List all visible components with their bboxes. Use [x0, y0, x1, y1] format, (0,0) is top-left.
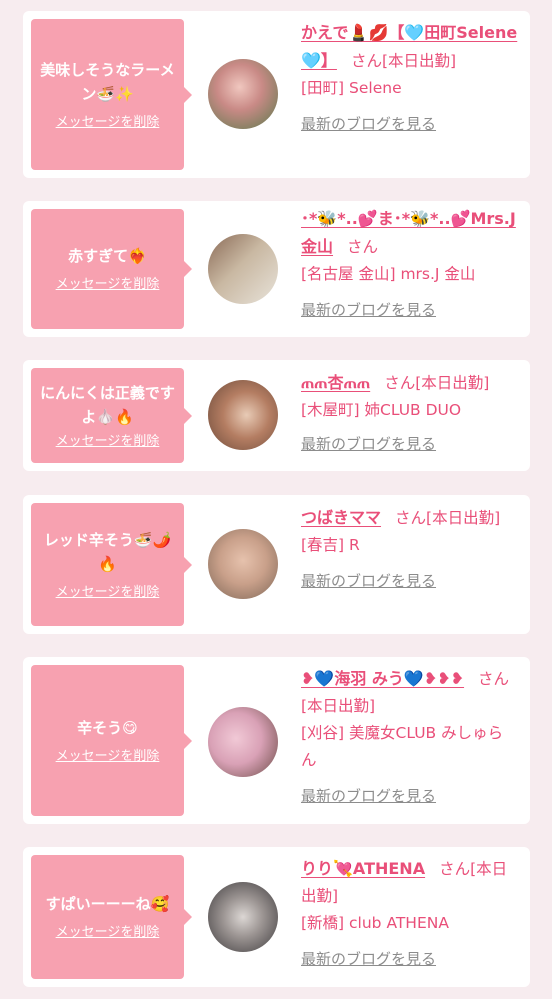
attendance-status: [本日出勤] [426, 509, 501, 527]
profile-name-link[interactable]: ጠጠ杏ጠጠ [301, 373, 370, 392]
latest-blog-link[interactable]: 最新のブログを見る [301, 114, 518, 134]
avatar[interactable] [208, 529, 278, 599]
honorific: さん [384, 374, 416, 392]
message-bubble: 赤すぎて❤️‍🔥 メッセージを削除 [31, 209, 192, 329]
latest-blog-link[interactable]: 最新のブログを見る [301, 300, 518, 320]
message-text: すぱいーーーね🥰 [45, 895, 170, 913]
honorific: さん [350, 52, 382, 70]
profile-info: つばきママ さん[本日出勤] [春吉] R 最新のブログを見る [301, 504, 518, 591]
delete-message-link[interactable]: メッセージを削除 [56, 276, 160, 294]
message-bubble: にんにくは正義ですよ🧄🔥 メッセージを削除 [31, 368, 192, 463]
message-card: にんにくは正義ですよ🧄🔥 メッセージを削除 ጠጠ杏ጠጠ さん[本日出勤] [木屋町… [23, 360, 530, 471]
latest-blog-link[interactable]: 最新のブログを見る [301, 571, 518, 591]
message-bubble: 美味しそうなラーメン🍜✨ メッセージを削除 [31, 19, 192, 170]
message-bubble: 辛そう😋 メッセージを削除 [31, 665, 192, 816]
attendance-status: [本日出勤] [301, 697, 376, 715]
shop-name: [春吉] R [301, 536, 360, 554]
message-card: レッド辛そう🍜🌶️🔥 メッセージを削除 つばきママ さん[本日出勤] [春吉] R… [23, 495, 530, 634]
message-text: にんにくは正義ですよ🧄🔥 [40, 383, 175, 426]
message-bubble: すぱいーーーね🥰 メッセージを削除 [31, 855, 192, 979]
latest-blog-link[interactable]: 最新のブログを見る [301, 786, 518, 806]
shop-name: [田町] Selene [301, 79, 402, 97]
honorific: さん [395, 509, 427, 527]
profile-name-link[interactable]: ❥💙海羽 みう💙❥❥❥ [301, 669, 464, 688]
shop-name: [木屋町] 姉CLUB DUO [301, 401, 462, 419]
shop-name: [刈谷] 美魔女CLUB みしゅらん [301, 724, 504, 769]
profile-info: かえで💄💋【🩵田町Selene🩵】 さん[本日出勤] [田町] Selene 最新… [301, 19, 518, 134]
message-text: 辛そう😋 [77, 718, 138, 737]
latest-blog-link[interactable]: 最新のブログを見る [301, 949, 518, 969]
avatar[interactable] [208, 380, 278, 450]
profile-name-link[interactable]: りり💘ATHENA [301, 859, 425, 878]
attendance-status: [本日出勤] [381, 52, 457, 70]
shop-name: [名古屋 金山] mrs.J 金山 [301, 265, 476, 283]
profile-info: りり💘ATHENA さん[本日出勤] [新橋] club ATHENA 最新のブロ… [301, 855, 518, 969]
attendance-status: [本日出勤] [415, 374, 490, 392]
avatar[interactable] [208, 882, 278, 952]
message-text: レッド辛そう🍜🌶️🔥 [43, 530, 172, 573]
message-bubble: レッド辛そう🍜🌶️🔥 メッセージを削除 [31, 503, 192, 626]
message-list: 美味しそうなラーメン🍜✨ メッセージを削除 かえで💄💋【🩵田町Selene🩵】さ… [0, 0, 552, 999]
avatar[interactable] [208, 234, 278, 304]
delete-message-link[interactable]: メッセージを削除 [56, 584, 160, 602]
message-card: 美味しそうなラーメン🍜✨ メッセージを削除 かえで💄💋【🩵田町Selene🩵】さ… [23, 11, 530, 178]
message-card: 辛そう😋 メッセージを削除 ❥💙海羽 みう💙❥❥❥ さん [本日出勤] [刈谷] 美… [23, 657, 530, 824]
honorific: さん [478, 670, 510, 688]
message-text: 赤すぎて❤️‍🔥 [68, 247, 147, 265]
message-text: 美味しそうなラーメン🍜✨ [40, 60, 175, 103]
delete-message-link[interactable]: メッセージを削除 [56, 114, 160, 132]
profile-info: ጠጠ杏ጠጠ さん[本日出勤] [木屋町] 姉CLUB DUO 最新のブログを見る [301, 369, 518, 454]
delete-message-link[interactable]: メッセージを削除 [56, 433, 160, 451]
profile-info: ❥💙海羽 みう💙❥❥❥ さん [本日出勤] [刈谷] 美魔女CLUB みしゅらん 最… [301, 665, 518, 806]
profile-name-link[interactable]: つばきママ [301, 508, 381, 527]
honorific: さん [439, 860, 471, 878]
message-card: 赤すぎて❤️‍🔥 メッセージを削除 ･*🐝*..💕ま･*🐝*..💕Mrs.J金山… [23, 201, 530, 337]
delete-message-link[interactable]: メッセージを削除 [56, 924, 160, 942]
shop-name: [新橋] club ATHENA [301, 914, 449, 932]
avatar[interactable] [208, 707, 278, 777]
profile-name-link[interactable]: ･*🐝*..💕ま･*🐝*..💕Mrs.J金山 [301, 209, 516, 256]
latest-blog-link[interactable]: 最新のブログを見る [301, 434, 518, 454]
avatar[interactable] [208, 59, 278, 129]
message-card: すぱいーーーね🥰 メッセージを削除 りり💘ATHENA さん[本日出勤] [新橋]… [23, 847, 530, 987]
honorific: さん [347, 238, 379, 256]
profile-info: ･*🐝*..💕ま･*🐝*..💕Mrs.J金山 さん [名古屋 金山] mrs.J … [301, 205, 518, 320]
delete-message-link[interactable]: メッセージを削除 [56, 748, 160, 766]
